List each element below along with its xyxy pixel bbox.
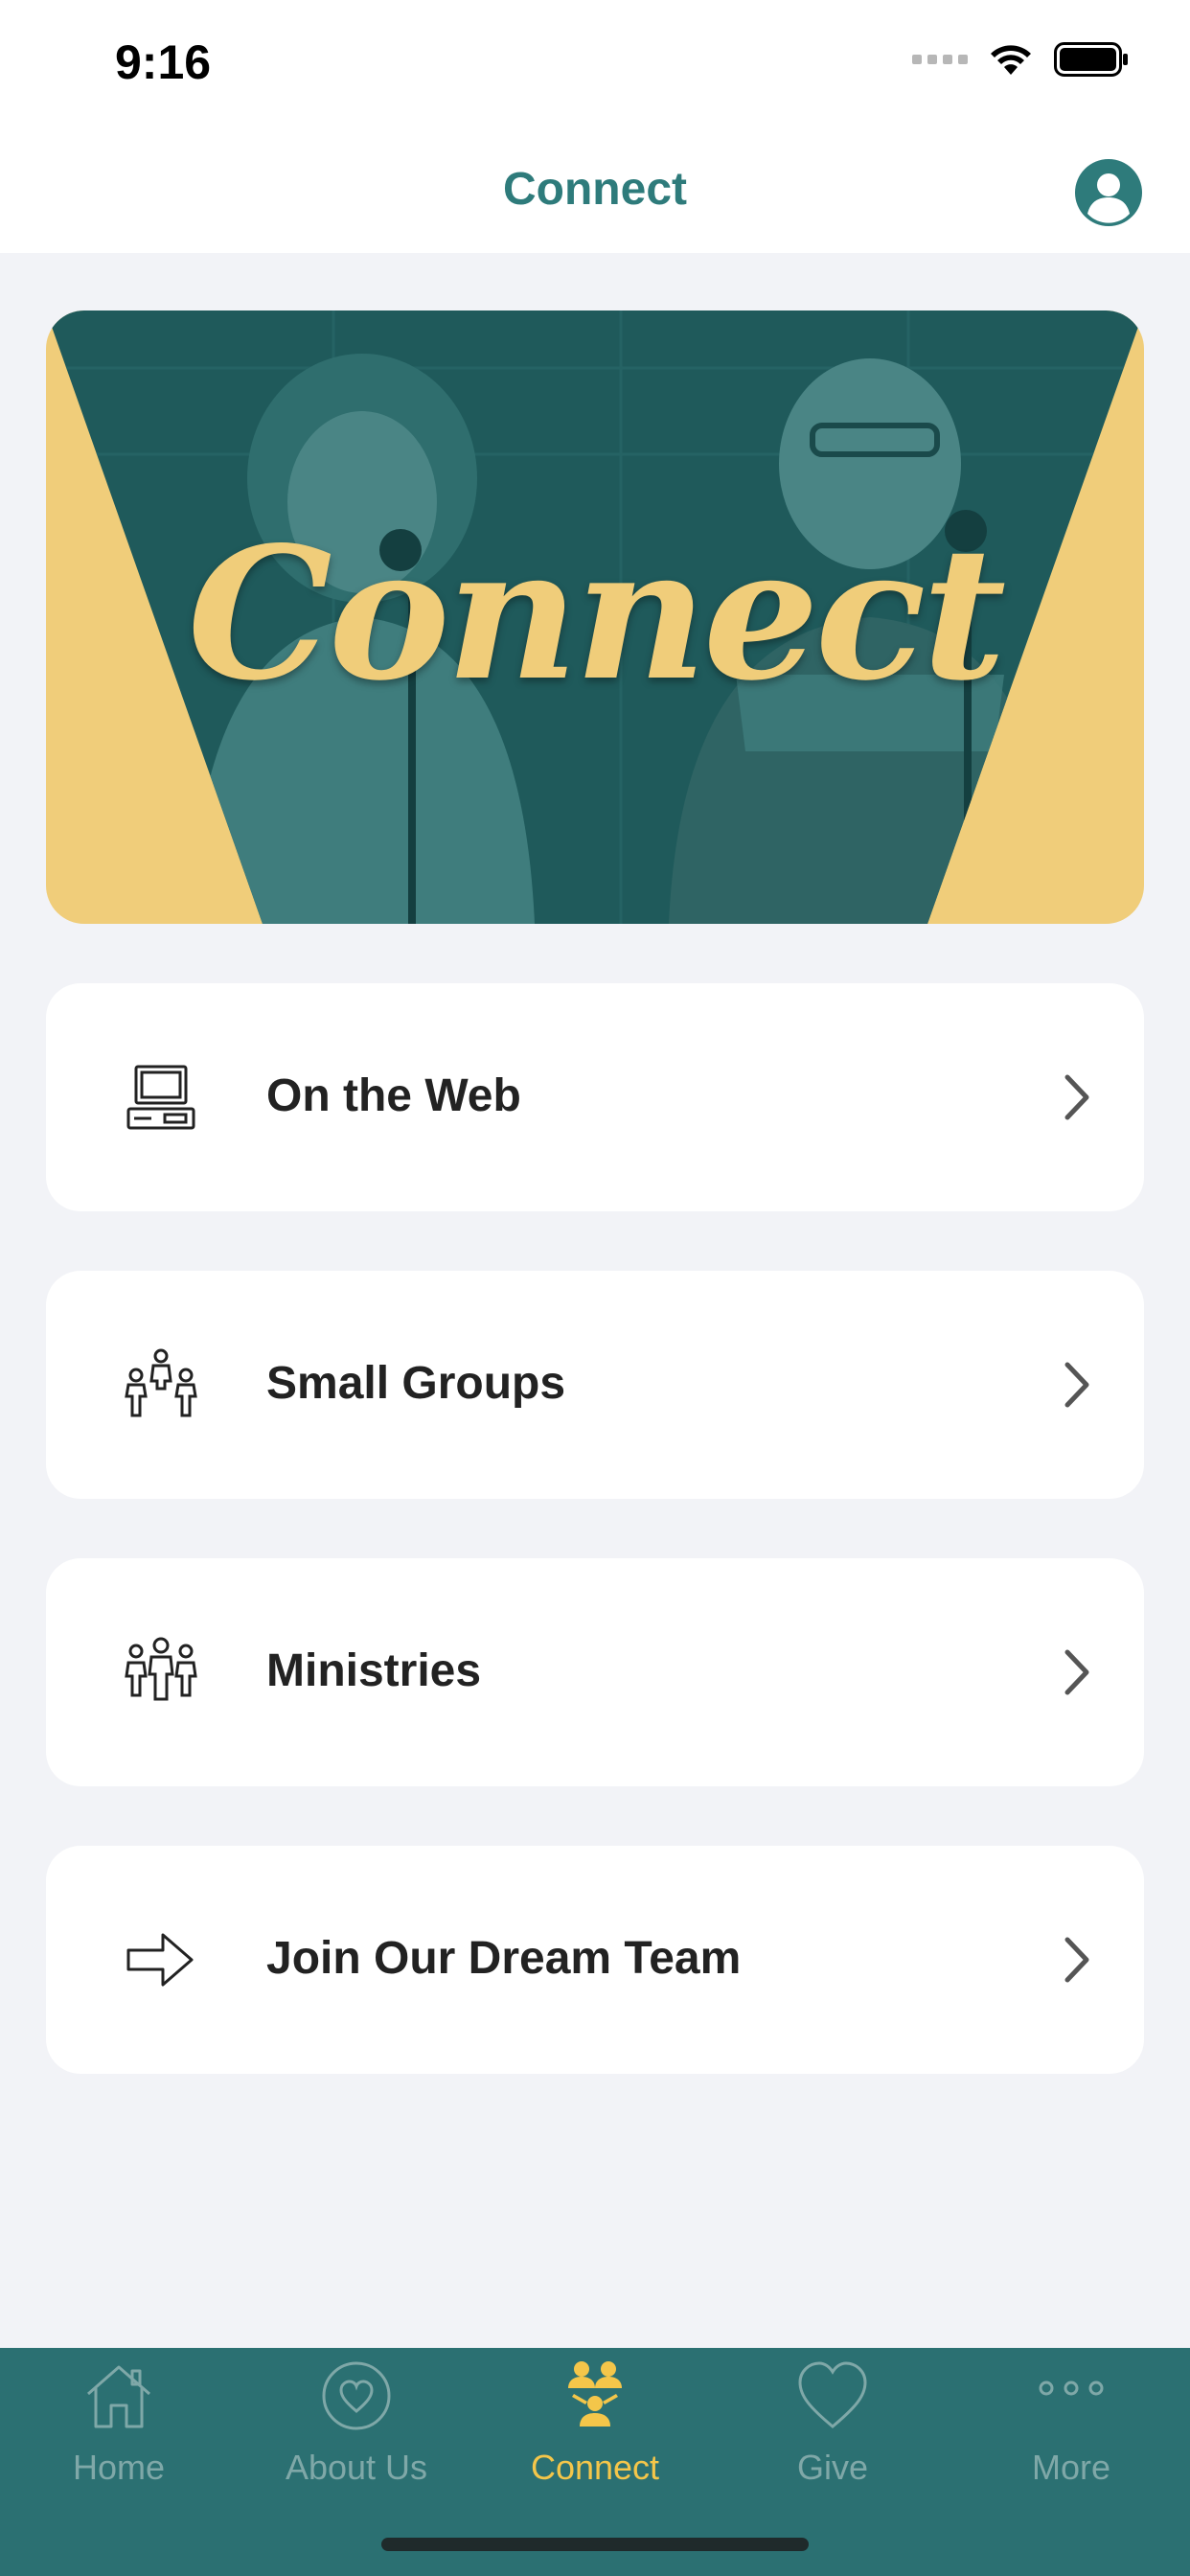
menu-item-label: On the Web (266, 1070, 521, 1121)
chevron-right-icon (1064, 1649, 1089, 1695)
status-bar: 9:16 (0, 0, 1190, 134)
menu-item-label: Small Groups (266, 1358, 566, 1409)
tab-about-us[interactable]: About Us (238, 2348, 475, 2540)
connect-screen: 9:16 Connect Connect On the Web Small Gr… (0, 0, 1190, 2576)
tab-give[interactable]: Give (714, 2348, 951, 2540)
computer-icon (126, 1065, 195, 1130)
navigation-bar: Connect (0, 134, 1190, 253)
heart-icon (798, 2361, 867, 2428)
profile-button[interactable] (1075, 159, 1142, 226)
tab-home[interactable]: Home (0, 2348, 238, 2540)
wifi-icon (991, 45, 1031, 75)
tab-label: Connect (530, 2448, 660, 2487)
tab-label: Home (72, 2448, 166, 2487)
menu-item-small-groups[interactable]: Small Groups (46, 1271, 1144, 1499)
battery-icon (1054, 42, 1128, 77)
status-icons (912, 42, 1129, 77)
menu-item-label: Ministries (266, 1645, 482, 1696)
chevron-right-icon (1064, 1362, 1089, 1408)
menu-item-ministries[interactable]: Ministries (46, 1558, 1144, 1786)
people-icon (568, 2361, 622, 2426)
banner-title: Connect (187, 507, 1007, 721)
tab-connect[interactable]: Connect (476, 2348, 714, 2540)
menu-item-label: Join Our Dream Team (266, 1933, 742, 1984)
menu-item-on-the-web[interactable]: On the Web (46, 983, 1144, 1211)
home-indicator[interactable] (381, 2538, 809, 2551)
more-icon (1039, 2380, 1104, 2396)
ministries-icon (125, 1637, 197, 1701)
arrow-right-icon (126, 1933, 194, 1987)
small-groups-icon (125, 1348, 197, 1417)
profile-icon (1075, 159, 1142, 226)
cellular-signal-icon (912, 55, 968, 64)
tab-more[interactable]: More (952, 2348, 1190, 2540)
heart-circle-icon (322, 2361, 391, 2430)
status-time: 9:16 (115, 35, 212, 89)
chevron-right-icon (1064, 1937, 1089, 1983)
menu-item-join-dream-team[interactable]: Join Our Dream Team (46, 1846, 1144, 2074)
connect-banner[interactable]: Connect (46, 310, 1144, 924)
tab-label: Give (796, 2448, 869, 2487)
home-icon (87, 2365, 150, 2428)
chevron-right-icon (1064, 1074, 1089, 1120)
page-title: Connect (503, 164, 687, 215)
tab-label: More (1031, 2448, 1111, 2487)
tab-label: About Us (285, 2448, 428, 2487)
